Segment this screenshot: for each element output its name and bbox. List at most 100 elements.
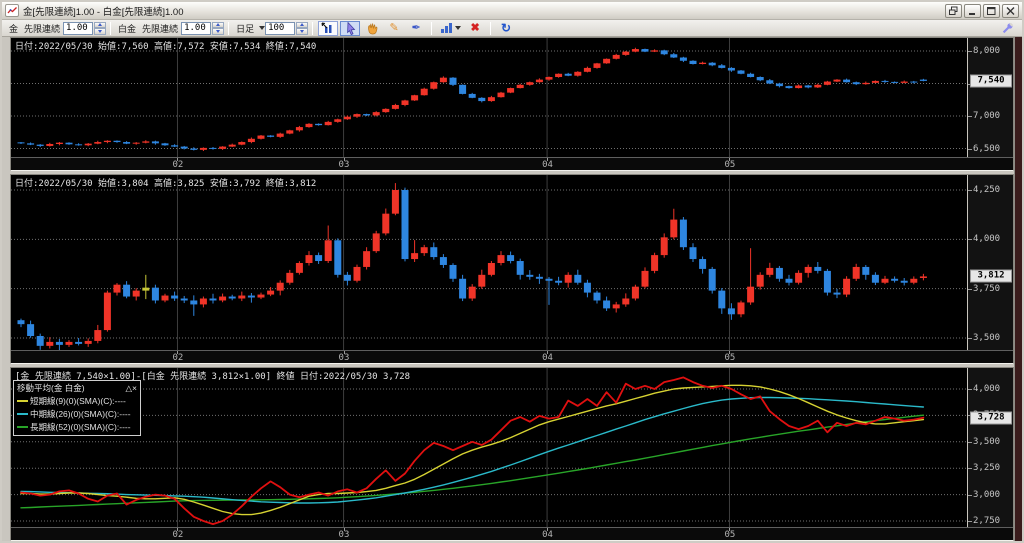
x-axis-month-label: 02 (172, 353, 184, 363)
x-axis-month-label: 05 (724, 160, 736, 170)
y-axis-label: 4,000 (973, 234, 1001, 245)
legend-title: 移動平均(金 白金) (17, 383, 85, 393)
pan-hand-button[interactable] (362, 21, 382, 36)
y-axis-label: 3,500 (973, 436, 1001, 447)
cursor-arrow-icon (346, 21, 355, 35)
legend-item-mid-ma: 中期線(26)(0)(SMA)(C):---- (17, 408, 137, 420)
legend-item-long-ma: 長期線(52)(0)(SMA)(C):---- (17, 421, 137, 433)
settings-button[interactable] (997, 21, 1017, 36)
maximize-button[interactable] (983, 3, 1000, 18)
delete-indicator-button[interactable]: ✖ (465, 21, 485, 36)
toolbar-divider (228, 21, 230, 35)
toolbar-divider (312, 21, 314, 35)
instrument2-series-label: 先限連続 (142, 23, 179, 34)
short-ma-color-swatch (17, 400, 28, 402)
x-axis-month-label: 03 (338, 160, 350, 170)
platinum-candlestick-plot[interactable]: 日付:2022/05/30 始値:3,804 高値:3,825 安値:3,792… (11, 175, 967, 350)
gold-price-axis: 8,0007,5007,0006,5007,540 (967, 38, 1013, 157)
pencil-icon: ✎ (389, 21, 399, 34)
y-axis-tick (968, 441, 972, 443)
gold-candlestick-plot[interactable]: 日付:2022/05/30 始値:7,560 高値:7,572 安値:7,534… (11, 38, 967, 157)
y-axis-tick (968, 288, 972, 290)
app-chart-icon (5, 4, 19, 17)
bar-chart-icon (440, 23, 452, 33)
toolbar-divider (431, 21, 433, 35)
title-bar: 金[先限連続]1.00 - 白金[先限連続]1.00 (2, 2, 1022, 20)
spread-line-plot[interactable]: [金 先限連続 7,540×1.00]-[白金 先限連続 3,812×1.00]… (11, 368, 967, 527)
x-axis-month-label: 05 (724, 530, 736, 540)
chart-app-window: 金[先限連続]1.00 - 白金[先限連続]1.00 金 先限連続 白金 先限連… (0, 0, 1024, 543)
instrument2-label: 白金 (118, 23, 137, 34)
platinum-time-axis: 02 03 04 05 (11, 350, 1013, 363)
gold-time-axis: 02 03 04 05 (11, 157, 1013, 170)
y-axis-tick (968, 494, 972, 496)
y-axis-label: 6,500 (973, 143, 1001, 154)
instrument1-multiplier-input[interactable] (63, 21, 94, 35)
pen-draw-button[interactable]: ✒ (406, 21, 426, 36)
red-x-icon: ✖ (470, 21, 480, 34)
wrench-icon (1002, 22, 1013, 33)
platinum-price-axis: 4,250 4,000 3,750 3,500 3,812 (967, 175, 1013, 350)
x-axis-month-label: 04 (542, 160, 553, 170)
long-ma-color-swatch (17, 426, 28, 428)
panel-platinum: 日付:2022/05/30 始値:3,804 高値:3,825 安値:3,792… (10, 174, 1014, 364)
bar-count-input[interactable] (265, 21, 296, 35)
y-axis-label: 4,000 (973, 384, 1001, 394)
close-button[interactable] (1002, 3, 1019, 18)
window-title: 金[先限連続]1.00 - 白金[先限連続]1.00 (23, 6, 184, 18)
y-axis-label: 3,500 (973, 332, 1001, 343)
crosshair-chart-icon (321, 22, 332, 33)
y-axis-tick (968, 468, 972, 470)
last-price-tag: 3,812 (970, 269, 1012, 283)
pencil-draw-button[interactable]: ✎ (384, 21, 404, 36)
instrument2-multiplier-input[interactable] (181, 21, 212, 35)
y-axis-label: 4,250 (973, 184, 1001, 195)
platinum-ohlc-info: 日付:2022/05/30 始値:3,804 高値:3,825 安値:3,792… (15, 179, 317, 189)
plot-canvas (11, 368, 967, 527)
x-axis-month-label: 03 (338, 353, 350, 363)
x-axis-month-label: 02 (172, 160, 184, 170)
bar-count-stepper[interactable] (296, 21, 309, 35)
x-axis-month-label: 04 (542, 353, 553, 363)
refresh-button[interactable]: ↻ (496, 21, 516, 36)
plot-canvas (11, 38, 967, 157)
y-axis-label: 8,000 (973, 46, 1001, 56)
period-dropdown[interactable]: 日足 (236, 22, 254, 35)
instrument1-series-label: 先限連続 (24, 23, 61, 34)
last-price-tag: 7,540 (970, 74, 1012, 88)
y-axis-tick (968, 116, 972, 118)
x-axis-month-label: 03 (338, 530, 350, 540)
plot-canvas (11, 175, 967, 350)
y-axis-label: 2,750 (973, 515, 1001, 526)
minimize-button[interactable] (964, 3, 981, 18)
y-axis-tick (968, 239, 972, 241)
x-axis-month-label: 04 (542, 530, 553, 540)
instrument1-multiplier-stepper[interactable] (94, 21, 107, 35)
y-axis-tick (968, 389, 972, 390)
chart-area: 日付:2022/05/30 始値:7,560 高値:7,572 安値:7,534… (2, 37, 1022, 541)
y-axis-tick (968, 189, 972, 191)
toolbar-divider (490, 21, 492, 35)
last-price-tag: 3,728 (970, 411, 1012, 425)
right-edge-strip (1014, 37, 1022, 541)
mid-ma-color-swatch (17, 413, 28, 415)
moving-average-legend: 移動平均(金 白金) △× 短期線(9)(0)(SMA)(C):---- 中期線… (13, 380, 141, 436)
y-axis-tick (968, 148, 972, 150)
y-axis-label: 3,750 (973, 283, 1001, 294)
instrument2-multiplier-stepper[interactable] (212, 21, 225, 35)
pen-icon: ✒ (411, 21, 421, 34)
panel-gold: 日付:2022/05/30 始値:7,560 高値:7,572 安値:7,534… (10, 37, 1014, 171)
x-axis-month-label: 02 (172, 530, 184, 540)
y-axis-tick (968, 51, 972, 52)
legend-close-button[interactable]: × (132, 383, 137, 393)
indicator-menu-button[interactable] (437, 21, 463, 36)
y-axis-label: 7,000 (973, 111, 1001, 122)
legend-item-short-ma: 短期線(9)(0)(SMA)(C):---- (17, 395, 137, 407)
select-cursor-button[interactable] (340, 20, 361, 36)
y-axis-tick (968, 520, 972, 522)
crosshair-mode-button[interactable] (318, 20, 339, 36)
y-axis-label: 3,250 (973, 463, 1001, 474)
window-copy-button[interactable] (945, 3, 962, 18)
instrument1-label: 金 (9, 23, 19, 34)
toolbar-divider (110, 21, 112, 35)
